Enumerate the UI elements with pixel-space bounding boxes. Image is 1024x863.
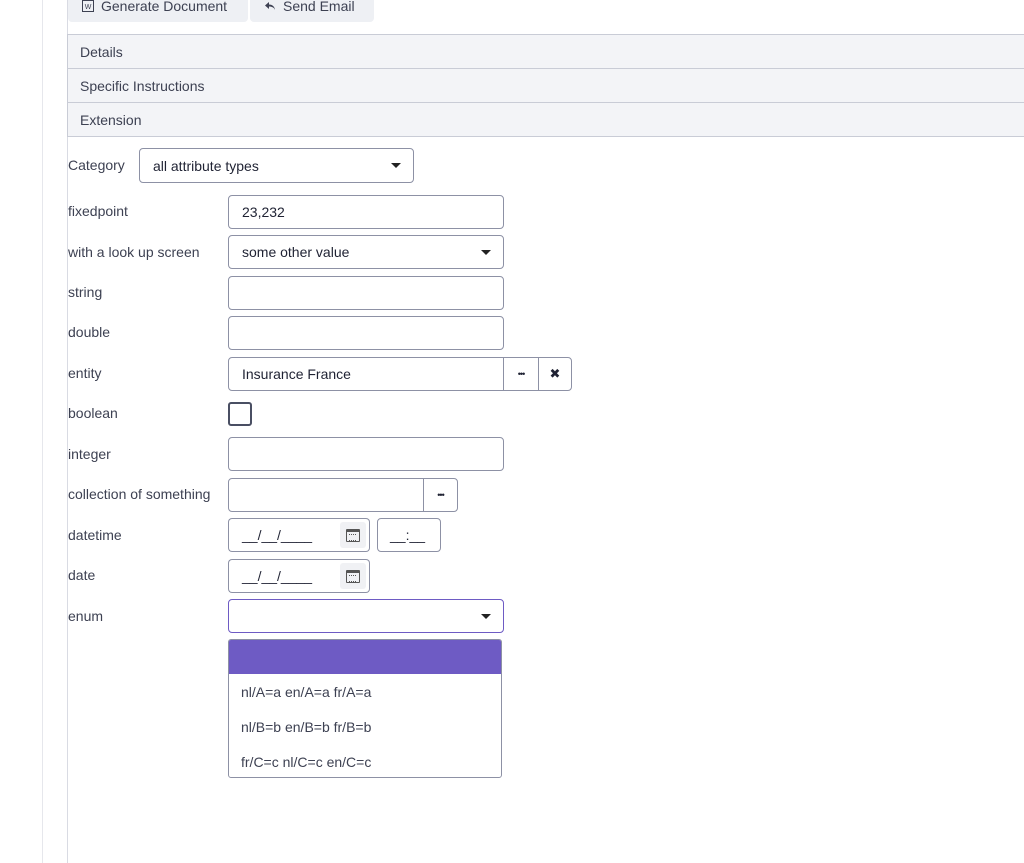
word-document-icon: W bbox=[82, 0, 94, 12]
svg-text:W: W bbox=[85, 4, 92, 11]
boolean-checkbox[interactable] bbox=[228, 402, 252, 426]
calendar-icon bbox=[346, 569, 360, 583]
chevron-down-icon bbox=[391, 163, 401, 168]
fixedpoint-label: fixedpoint bbox=[68, 203, 128, 219]
datetime-time-placeholder: __:__ bbox=[390, 527, 426, 543]
enum-option[interactable]: nl/A=a en/A=a fr/A=a bbox=[229, 674, 501, 709]
section-details-header[interactable]: Details bbox=[67, 34, 1024, 68]
entity-label: entity bbox=[68, 365, 102, 381]
collection-lookup-button[interactable]: ••• bbox=[423, 478, 458, 512]
section-specific-instructions-header[interactable]: Specific Instructions bbox=[67, 68, 1024, 102]
fixedpoint-input[interactable]: 23,232 bbox=[228, 195, 504, 229]
category-label: Category bbox=[68, 157, 125, 173]
generate-document-label: Generate Document bbox=[101, 0, 228, 14]
date-placeholder: __/__/____ bbox=[242, 568, 313, 584]
left-sidebar-strip bbox=[0, 0, 43, 863]
more-icon: ••• bbox=[437, 490, 445, 500]
chevron-down-icon bbox=[481, 614, 491, 619]
datetime-date-input[interactable]: __/__/____ bbox=[228, 518, 338, 552]
close-icon: ✖ bbox=[549, 366, 561, 381]
lookup-label: with a look up screen bbox=[68, 244, 200, 260]
collection-label: collection of something bbox=[68, 486, 211, 502]
section-extension-title: Extension bbox=[80, 111, 142, 128]
datetime-calendar-button[interactable] bbox=[337, 518, 370, 552]
entity-clear-button[interactable]: ✖ bbox=[538, 357, 572, 391]
string-input[interactable] bbox=[228, 276, 504, 310]
entity-value: Insurance France bbox=[242, 366, 351, 382]
chevron-down-icon bbox=[481, 250, 491, 255]
enum-option[interactable]: nl/B=b en/B=b fr/B=b bbox=[229, 709, 501, 744]
enum-dropdown-list: nl/A=a en/A=a fr/A=a nl/B=b en/B=b fr/B=… bbox=[228, 639, 502, 778]
enum-option-empty[interactable] bbox=[229, 640, 501, 674]
double-input[interactable] bbox=[228, 316, 504, 350]
section-extension-header[interactable]: Extension bbox=[67, 102, 1024, 137]
lookup-select[interactable]: some other value bbox=[228, 235, 504, 269]
enum-select[interactable] bbox=[228, 599, 504, 633]
send-email-button[interactable]: Send Email bbox=[250, 0, 374, 22]
send-email-label: Send Email bbox=[283, 0, 355, 14]
enum-option[interactable]: fr/C=c nl/C=c en/C=c bbox=[229, 744, 501, 777]
entity-lookup-button[interactable]: ••• bbox=[503, 357, 539, 391]
boolean-label: boolean bbox=[68, 405, 118, 421]
date-calendar-button[interactable] bbox=[337, 559, 370, 593]
integer-input[interactable] bbox=[228, 437, 504, 471]
category-value: all attribute types bbox=[153, 157, 259, 174]
section-details-title: Details bbox=[80, 43, 123, 60]
calendar-icon bbox=[346, 528, 360, 542]
datetime-time-input[interactable]: __:__ bbox=[377, 518, 441, 552]
category-select[interactable]: all attribute types bbox=[139, 148, 414, 183]
more-icon: ••• bbox=[517, 369, 526, 379]
double-label: double bbox=[68, 324, 111, 340]
date-input[interactable]: __/__/____ bbox=[228, 559, 338, 593]
reply-arrow-icon bbox=[265, 2, 275, 10]
lookup-value: some other value bbox=[242, 244, 350, 260]
collection-input[interactable] bbox=[228, 478, 424, 512]
entity-input[interactable]: Insurance France bbox=[228, 357, 504, 391]
date-label: date bbox=[68, 567, 96, 583]
datetime-label: datetime bbox=[68, 527, 122, 543]
section-specific-title: Specific Instructions bbox=[80, 77, 205, 94]
fixedpoint-value: 23,232 bbox=[242, 204, 285, 220]
generate-document-button[interactable]: W Generate Document bbox=[68, 0, 248, 22]
integer-label: integer bbox=[68, 446, 111, 462]
datetime-date-placeholder: __/__/____ bbox=[242, 527, 313, 543]
string-label: string bbox=[68, 284, 103, 300]
enum-label: enum bbox=[68, 608, 104, 624]
